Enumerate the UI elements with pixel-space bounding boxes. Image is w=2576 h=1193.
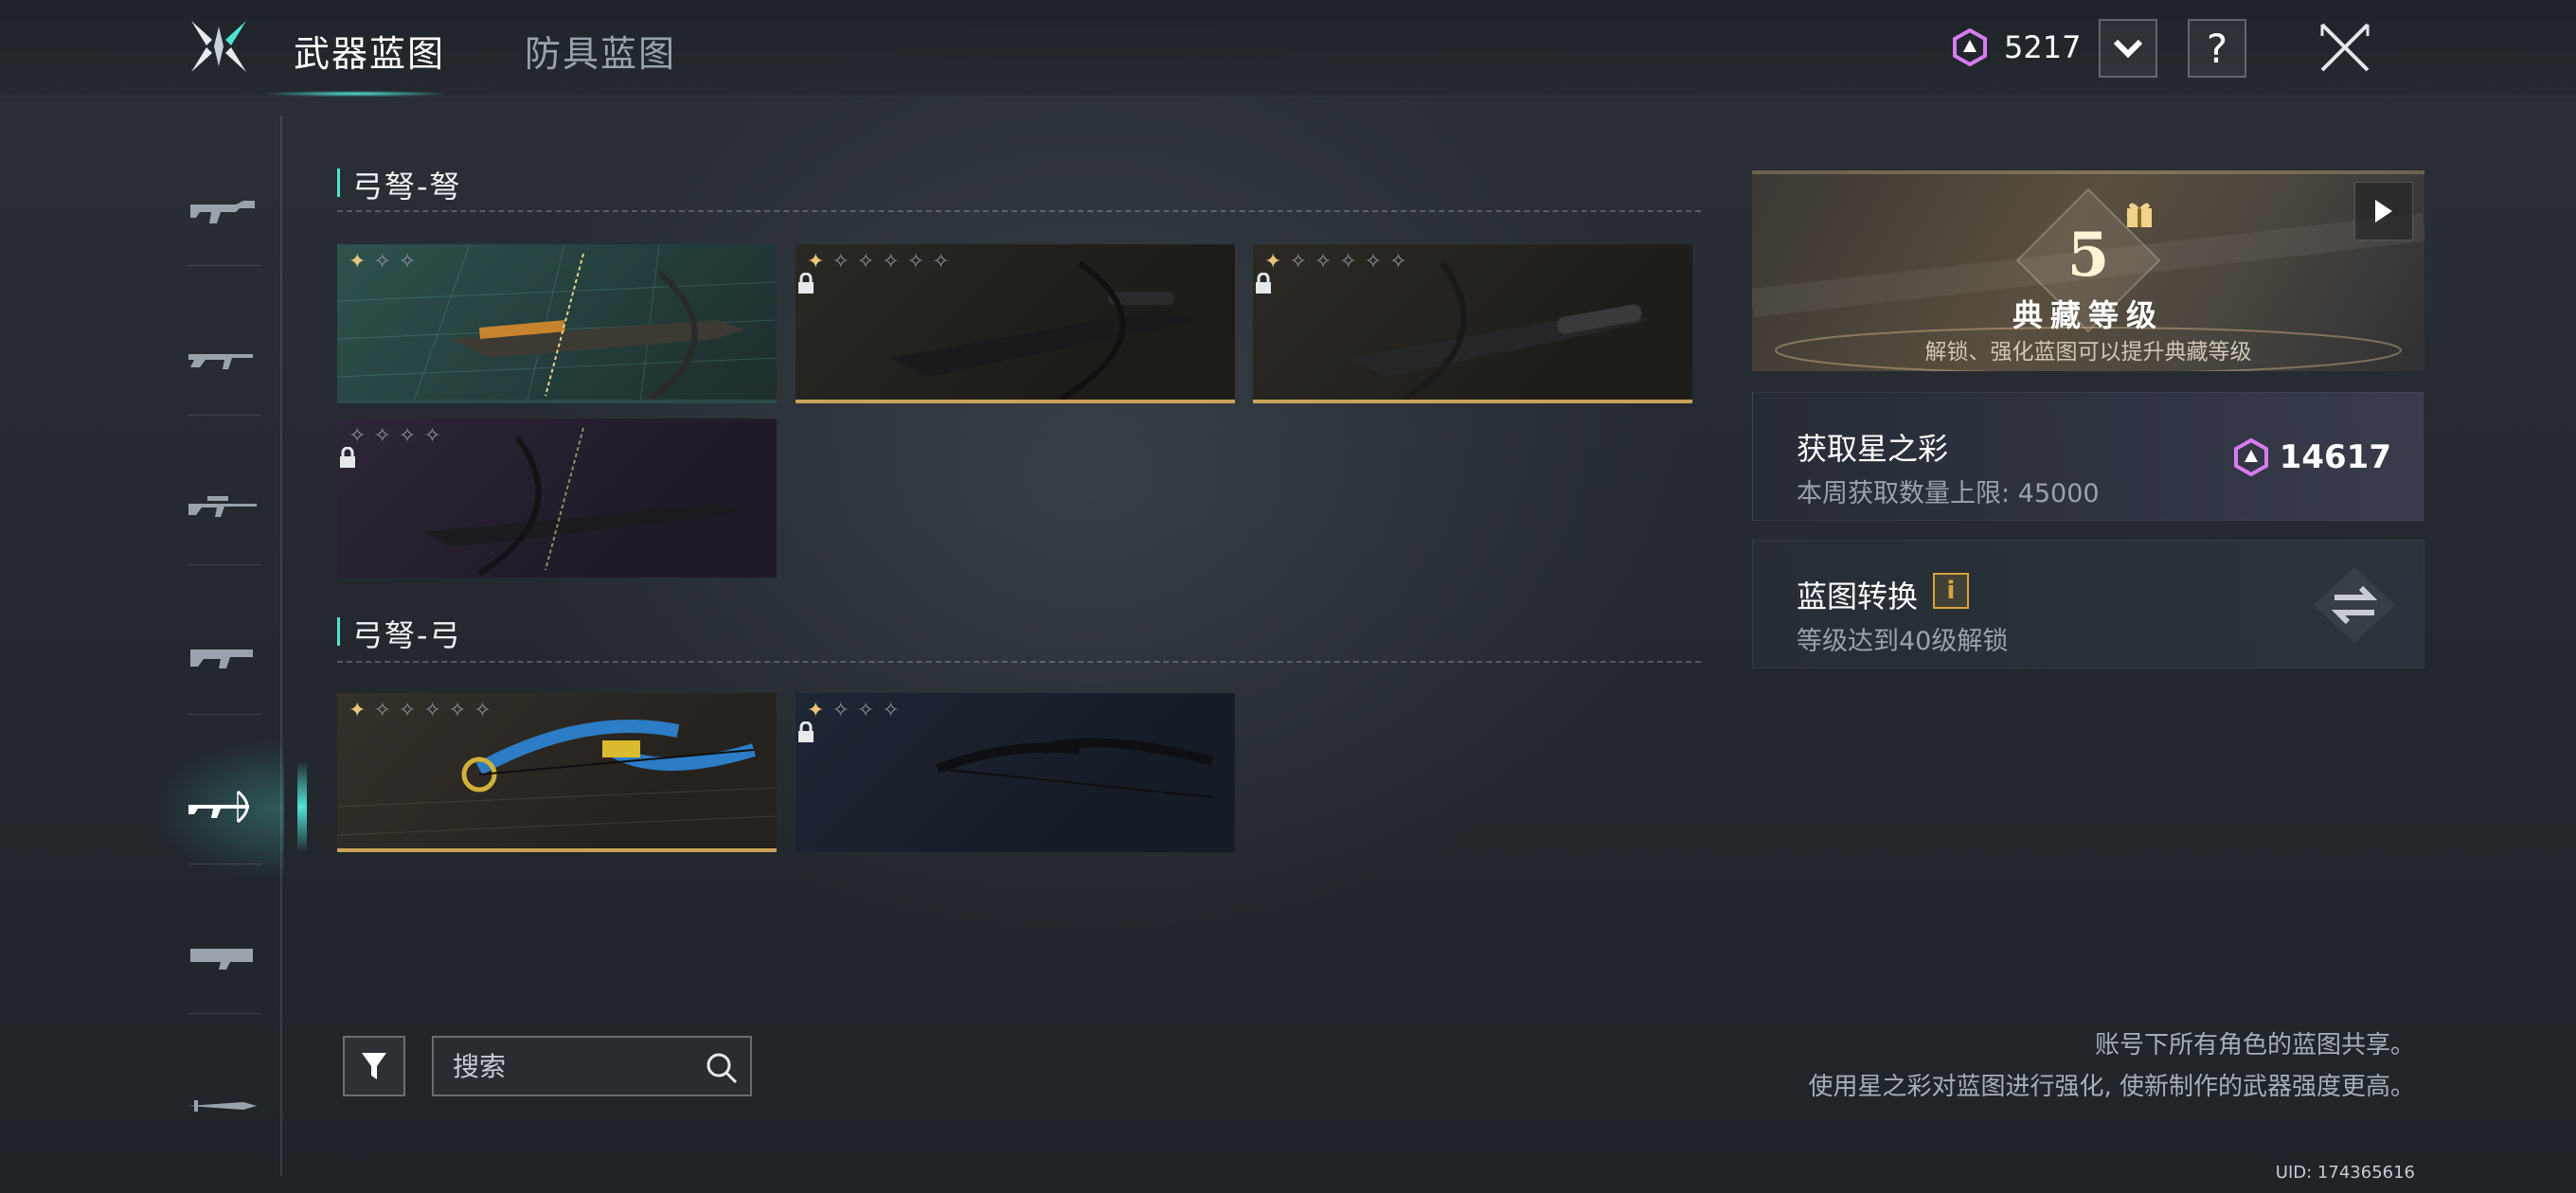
star-rating: ✦ ✧ ✧ ✧ bbox=[807, 699, 900, 722]
section-title-crossbow: 弓弩-弩 bbox=[337, 163, 462, 206]
star-color-count-value: 14617 bbox=[2279, 438, 2391, 476]
uid-label: UID: 174365616 bbox=[2275, 1163, 2415, 1183]
weapon-category-sidebar bbox=[142, 97, 307, 1193]
info-icon[interactable]: i bbox=[1933, 573, 1969, 609]
sidebar-divider bbox=[280, 116, 282, 1176]
top-bar: 武器蓝图 防具蓝图 5217 ? bbox=[0, 0, 2576, 97]
lock-icon bbox=[1256, 273, 1271, 294]
star-color-limit: 本周获取数量上限: 45000 bbox=[1797, 479, 2100, 508]
star-color-panel[interactable]: 获取星之彩 本周获取数量上限: 45000 14617 bbox=[1752, 392, 2424, 521]
help-button[interactable]: ? bbox=[2188, 19, 2246, 78]
swap-icon bbox=[2314, 567, 2395, 643]
blueprint-convert-requirement: 等级达到40级解锁 bbox=[1797, 627, 2009, 656]
close-icon[interactable] bbox=[2315, 17, 2375, 78]
star-rating: ✦ ✧ ✧ bbox=[349, 250, 417, 274]
sidebar-item-heavy[interactable] bbox=[170, 899, 275, 1013]
heavy-weapon-icon bbox=[190, 949, 253, 970]
filter-icon bbox=[362, 1053, 386, 1079]
sidebar-item-shotgun[interactable] bbox=[170, 600, 275, 714]
chevron-down-icon bbox=[2113, 39, 2143, 59]
currency-display: 5217 bbox=[1951, 27, 2081, 68]
rifle-icon bbox=[188, 354, 253, 369]
star-gem-icon bbox=[2233, 438, 2268, 476]
blueprint-card[interactable]: ✦ ✧ ✧ ✧ ✧ ✧ bbox=[337, 693, 777, 852]
collection-level-title: 典藏等级 bbox=[2012, 297, 2164, 333]
collection-level-hint: 解锁、强化蓝图可以提升典藏等级 bbox=[1924, 340, 2252, 365]
lock-icon bbox=[798, 721, 814, 742]
star-gem-icon bbox=[1953, 28, 1987, 66]
active-tab-indicator bbox=[265, 91, 445, 97]
sidebar-item-sniper[interactable] bbox=[170, 451, 275, 564]
crossbow-icon bbox=[188, 790, 249, 824]
blueprint-notes: 账号下所有角色的蓝图共享。 使用星之彩对蓝图进行强化, 使新制作的武器强度更高。 bbox=[1808, 1024, 2415, 1108]
star-color-title: 获取星之彩 bbox=[1797, 431, 1949, 467]
sidebar-item-melee[interactable] bbox=[170, 1049, 275, 1163]
star-color-count: 14617 bbox=[2232, 438, 2391, 476]
collection-next-button[interactable] bbox=[2354, 182, 2413, 240]
sidebar-item-rifle[interactable] bbox=[170, 301, 275, 415]
question-icon: ? bbox=[2206, 25, 2228, 72]
star-rating: ✧ ✧ ✧ ✧ bbox=[349, 424, 441, 448]
blueprint-card[interactable]: ✧ ✧ ✧ ✧ bbox=[337, 418, 777, 578]
note-line: 账号下所有角色的蓝图共享。 bbox=[2094, 1031, 2415, 1059]
search-box bbox=[432, 1036, 752, 1096]
smg-icon bbox=[190, 201, 255, 223]
tab-armor-blueprint[interactable]: 防具蓝图 bbox=[525, 25, 676, 77]
collection-level-panel[interactable]: 5 典藏等级 解锁、强化蓝图可以提升典藏等级 bbox=[1752, 170, 2424, 371]
game-logo-icon bbox=[191, 21, 246, 72]
blueprint-card[interactable]: ✦ ✧ ✧ ✧ ✧ ✧ bbox=[1253, 244, 1692, 403]
dropdown-button[interactable] bbox=[2099, 19, 2157, 78]
search-icon[interactable] bbox=[705, 1051, 739, 1085]
melee-icon bbox=[188, 1100, 257, 1112]
blueprint-card[interactable]: ✦ ✧ ✧ bbox=[337, 244, 777, 403]
section-divider bbox=[337, 210, 1701, 212]
star-rating: ✦ ✧ ✧ ✧ ✧ ✧ bbox=[1264, 250, 1407, 274]
lock-icon bbox=[798, 273, 814, 294]
collection-level-value: 5 bbox=[2066, 220, 2110, 291]
blueprint-card[interactable]: ✦ ✧ ✧ ✧ bbox=[796, 693, 1235, 852]
section-title-bow: 弓弩-弓 bbox=[337, 612, 462, 655]
star-rating: ✦ ✧ ✧ ✧ ✧ ✧ bbox=[807, 250, 950, 274]
sidebar-item-smg[interactable] bbox=[170, 153, 275, 267]
filter-button[interactable] bbox=[343, 1036, 405, 1096]
note-line: 使用星之彩对蓝图进行强化, 使新制作的武器强度更高。 bbox=[1808, 1073, 2415, 1101]
chevron-right-icon bbox=[2375, 200, 2392, 223]
shotgun-icon bbox=[190, 650, 253, 668]
blueprint-convert-title: 蓝图转换 bbox=[1797, 579, 1919, 614]
section-divider bbox=[337, 661, 1701, 663]
search-input[interactable] bbox=[434, 1050, 689, 1082]
blueprint-card[interactable]: ✦ ✧ ✧ ✧ ✧ ✧ bbox=[796, 244, 1235, 403]
blueprint-convert-panel[interactable]: 蓝图转换 i 等级达到40级解锁 bbox=[1752, 540, 2424, 668]
lock-icon bbox=[340, 447, 355, 468]
sidebar-item-crossbow[interactable] bbox=[170, 750, 307, 864]
sniper-icon bbox=[188, 496, 257, 517]
currency-value: 5217 bbox=[2004, 29, 2082, 65]
tab-weapon-blueprint[interactable]: 武器蓝图 bbox=[294, 25, 445, 77]
star-rating: ✦ ✧ ✧ ✧ ✧ ✧ bbox=[349, 699, 492, 722]
